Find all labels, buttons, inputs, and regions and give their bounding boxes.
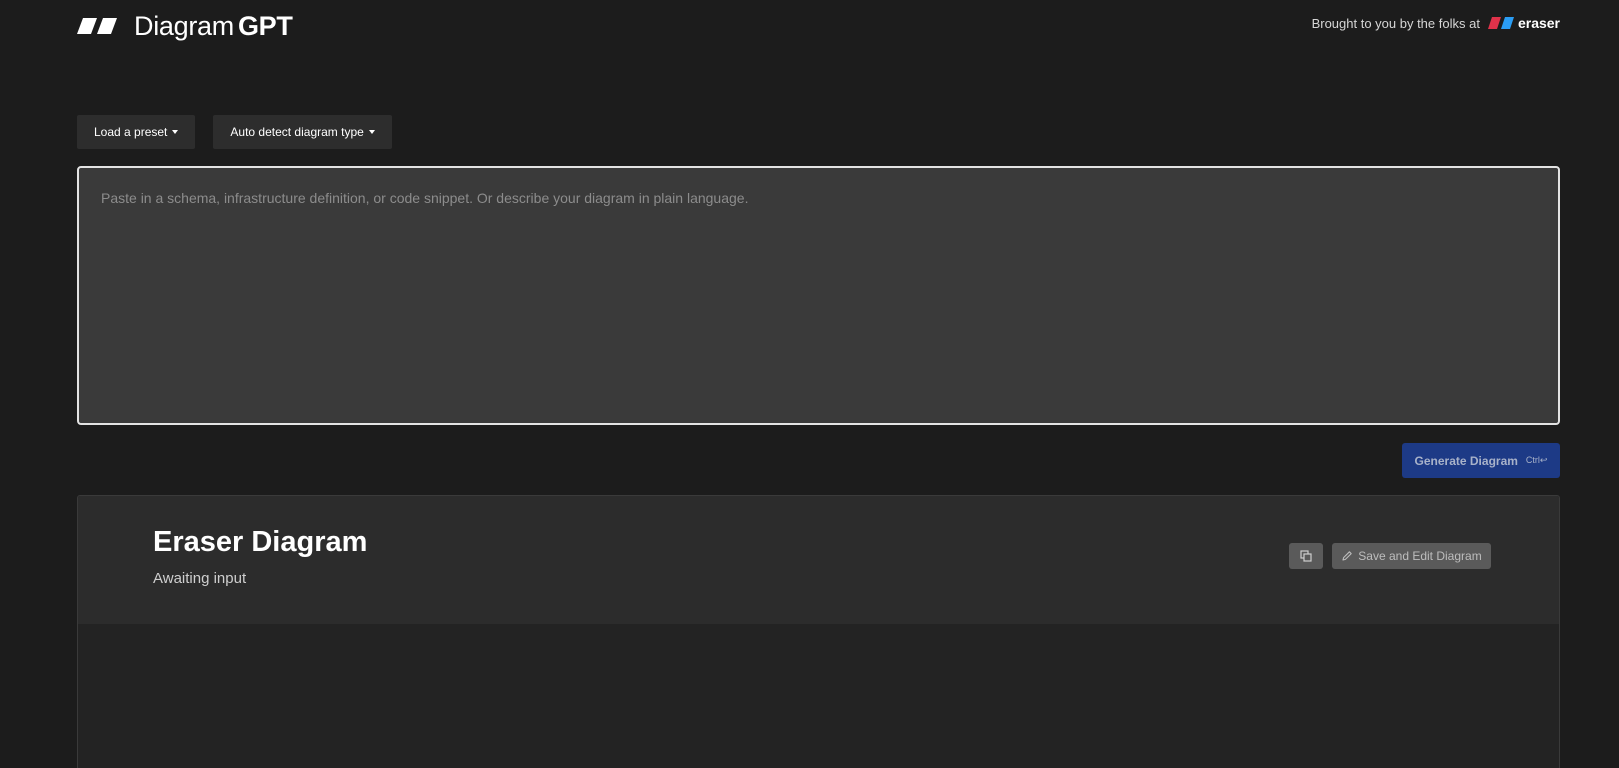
eraser-brand-text: eraser bbox=[1517, 15, 1560, 31]
logo-text: Diagram GPT bbox=[134, 11, 293, 42]
page: Diagram GPT Brought to you by the folks a… bbox=[0, 0, 1619, 768]
output-title: Eraser Diagram bbox=[153, 526, 368, 558]
prompt-box bbox=[77, 166, 1560, 425]
load-preset-label: Load a preset bbox=[94, 125, 168, 139]
output-status: Awaiting input bbox=[153, 570, 247, 587]
save-and-edit-button[interactable]: Save and Edit Diagram bbox=[1332, 543, 1491, 569]
caret-down-icon bbox=[368, 130, 375, 134]
generate-diagram-label: Generate Diagram bbox=[1414, 453, 1518, 468]
copy-button[interactable] bbox=[1289, 543, 1323, 569]
eraser-brand-icon bbox=[1487, 17, 1514, 29]
eraser-brand-link[interactable]: eraser bbox=[1487, 15, 1560, 31]
copy-icon bbox=[1300, 550, 1312, 562]
logo-text-bold: GPT bbox=[237, 10, 293, 41]
logo[interactable]: Diagram GPT bbox=[77, 6, 293, 46]
eraser-logo-icon bbox=[77, 18, 117, 34]
generate-diagram-button[interactable]: Generate Diagram Ctrl↩ bbox=[1402, 443, 1560, 478]
diagram-type-dropdown[interactable]: Auto detect diagram type bbox=[213, 115, 392, 149]
generate-shortcut-hint: Ctrl↩ bbox=[1525, 455, 1548, 465]
caret-down-icon bbox=[172, 130, 179, 134]
pencil-icon bbox=[1342, 551, 1353, 561]
diagram-type-label: Auto detect diagram type bbox=[230, 125, 364, 139]
credit-text: Brought to you by the folks at bbox=[1311, 15, 1480, 31]
header: Diagram GPT Brought to you by the folks a… bbox=[77, 6, 1560, 46]
load-preset-dropdown[interactable]: Load a preset bbox=[77, 115, 196, 149]
output-panel: Eraser Diagram Awaiting input Save and E… bbox=[77, 495, 1560, 768]
prompt-input[interactable] bbox=[79, 168, 1558, 423]
toolbar: Load a preset Auto detect diagram type bbox=[77, 115, 392, 149]
logo-text-light: Diagram bbox=[134, 10, 234, 41]
output-header: Eraser Diagram Awaiting input Save and E… bbox=[78, 496, 1559, 624]
credit: Brought to you by the folks at eraser bbox=[1312, 6, 1560, 40]
save-and-edit-label: Save and Edit Diagram bbox=[1358, 549, 1482, 563]
